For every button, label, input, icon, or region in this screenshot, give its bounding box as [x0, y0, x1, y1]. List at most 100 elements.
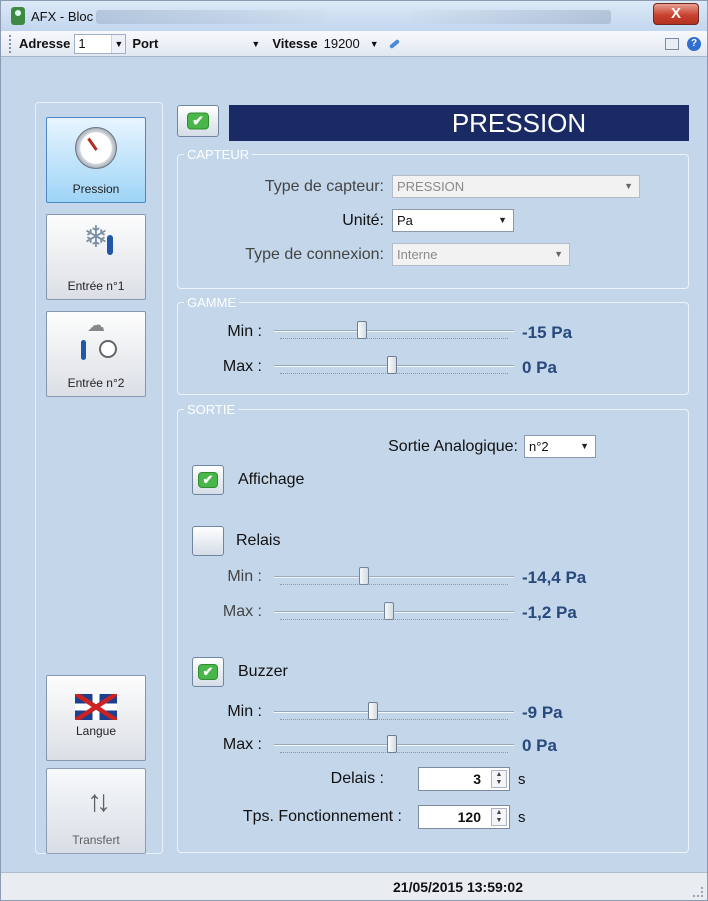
- sortie-analogique-label: Sortie Analogique:: [388, 438, 518, 455]
- sidebar-item-entree-1[interactable]: ❄ Entrée n°1: [46, 214, 146, 300]
- gamme-min-label: Min :: [227, 323, 262, 340]
- slider-thumb[interactable]: [387, 735, 397, 753]
- sortie-analogique-select[interactable]: n°2 ▼: [524, 435, 596, 458]
- thermometer-icon: [81, 340, 86, 360]
- app-icon: [11, 7, 25, 25]
- type-capteur-select[interactable]: PRESSION ▼: [392, 175, 640, 198]
- adresse-label: Adresse: [19, 36, 71, 51]
- tps-unit: s: [518, 809, 526, 826]
- tps-fonctionnement-spinner[interactable]: 120 ▲ ▼: [418, 805, 510, 829]
- affichage-checkbox[interactable]: ✔: [192, 465, 224, 495]
- relais-max-slider[interactable]: [274, 602, 514, 622]
- chevron-down-icon[interactable]: ▼: [111, 34, 126, 53]
- group-title: GAMME: [184, 295, 240, 310]
- relais-max-label: Max :: [222, 603, 262, 620]
- langue-button[interactable]: Langue: [46, 675, 146, 761]
- window-title: AFX - Bloc: [31, 8, 94, 24]
- slider-thumb[interactable]: [368, 702, 378, 720]
- delais-value: 3: [473, 771, 481, 787]
- unite-value: Pa: [397, 213, 413, 228]
- connect-icon[interactable]: [387, 37, 401, 51]
- section-header: ✔ PRESSION: [177, 105, 689, 141]
- buzzer-min-slider[interactable]: [274, 702, 514, 722]
- delais-unit: s: [518, 771, 526, 788]
- relais-min-slider[interactable]: [274, 567, 514, 587]
- checkmark-icon: ✔: [187, 112, 209, 130]
- main-panel: Pression ❄ Entrée n°1 ☁ Entrée n°2 Langu…: [9, 65, 699, 865]
- relais-min-value: -14,4 Pa: [522, 568, 587, 587]
- slider-thumb[interactable]: [387, 356, 397, 374]
- slider-thumb[interactable]: [357, 321, 367, 339]
- uk-flag-icon: [75, 694, 117, 720]
- type-connexion-value: Interne: [397, 247, 438, 262]
- port-label: Port: [132, 36, 159, 51]
- gamme-max-value: 0 Pa: [522, 358, 557, 377]
- affichage-label: Affichage: [238, 471, 305, 488]
- weather-icon: ☁: [87, 315, 105, 335]
- window-icon[interactable]: [665, 37, 679, 50]
- transfert-button[interactable]: ↑↓ Transfert: [46, 768, 146, 854]
- checkmark-icon: ✔: [198, 472, 218, 488]
- thermometer-icon: [107, 235, 113, 255]
- buzzer-label: Buzzer: [238, 663, 288, 680]
- spinner-arrows-icon[interactable]: ▲ ▼: [491, 770, 507, 788]
- resize-grip-icon[interactable]: [693, 887, 703, 897]
- transfer-arrows-icon: ↑↓: [87, 785, 111, 818]
- buzzer-checkbox[interactable]: ✔: [192, 657, 224, 687]
- relais-label: Relais: [236, 532, 281, 549]
- sidebar-item-label: Entrée n°1: [67, 279, 125, 293]
- sidebar-item-pression[interactable]: Pression: [46, 117, 146, 203]
- section-title: PRESSION: [229, 105, 689, 141]
- unite-select[interactable]: Pa ▼: [392, 209, 514, 232]
- delais-label: Delais :: [330, 770, 384, 787]
- group-title: SORTIE: [184, 402, 239, 417]
- adresse-combo[interactable]: 1 ▼: [74, 33, 127, 54]
- spinner-arrows-icon[interactable]: ▲ ▼: [491, 808, 507, 826]
- status-bar: 21/05/2015 13:59:02: [1, 872, 707, 900]
- type-connexion-label: Type de connexion:: [245, 246, 384, 263]
- gamme-max-label: Max :: [222, 358, 262, 375]
- close-button[interactable]: X: [653, 3, 699, 25]
- port-combo[interactable]: ▼: [164, 39, 268, 49]
- buzzer-min-value: -9 Pa: [522, 703, 563, 722]
- relais-min-label: Min :: [227, 568, 262, 585]
- sidebar-item-label: Pression: [72, 182, 120, 196]
- buzzer-max-slider[interactable]: [274, 735, 514, 755]
- title-bar[interactable]: AFX - Bloc X: [1, 1, 707, 31]
- toolbar: Adresse 1 ▼ Port ▼ Vitesse 19200 ▼ ?: [1, 31, 707, 57]
- tps-fonctionnement-label: Tps. Fonctionnement :: [242, 808, 402, 825]
- chevron-down-icon: ▼: [498, 215, 507, 225]
- tps-fonctionnement-value: 120: [457, 809, 481, 825]
- type-capteur-value: PRESSION: [397, 179, 465, 194]
- vitesse-combo[interactable]: 19200 ▼: [324, 36, 379, 51]
- background-blur: [411, 10, 611, 24]
- relais-max-value: -1,2 Pa: [522, 603, 577, 622]
- relais-checkbox[interactable]: [192, 526, 224, 556]
- sidebar-item-entree-2[interactable]: ☁ Entrée n°2: [46, 311, 146, 397]
- vitesse-value: 19200: [323, 36, 360, 51]
- gamme-min-slider[interactable]: [274, 321, 514, 341]
- sidebar-item-label: Entrée n°2: [67, 376, 125, 390]
- sortie-group: SORTIE Sortie Analogique: n°2 ▼ ✔ Affich…: [177, 402, 689, 853]
- type-connexion-select[interactable]: Interne ▼: [392, 243, 570, 266]
- chevron-down-icon: ▼: [580, 441, 589, 451]
- chevron-down-icon[interactable]: ▼: [251, 39, 260, 49]
- type-capteur-label: Type de capteur:: [264, 178, 384, 195]
- pressure-gauge-icon: [75, 127, 117, 169]
- langue-label: Langue: [75, 724, 117, 738]
- chevron-down-icon[interactable]: ▼: [370, 39, 379, 49]
- gamme-group: GAMME Min : -15 Pa Max : 0 Pa: [177, 295, 689, 395]
- unite-label: Unité:: [342, 212, 384, 229]
- delais-spinner[interactable]: 3 ▲ ▼: [418, 767, 510, 791]
- toolbar-grip-icon[interactable]: [9, 34, 15, 53]
- app-window: AFX - Bloc X Adresse 1 ▼ Port ▼ Vitesse …: [0, 0, 708, 901]
- vitesse-label: Vitesse: [272, 36, 318, 51]
- gamme-max-slider[interactable]: [274, 356, 514, 376]
- help-icon[interactable]: ?: [687, 36, 701, 51]
- slider-thumb[interactable]: [359, 567, 369, 585]
- chevron-down-icon: ▼: [624, 181, 633, 191]
- enable-checkbox[interactable]: ✔: [177, 105, 219, 137]
- background-blur: [96, 10, 326, 24]
- adresse-value: 1: [78, 36, 86, 51]
- slider-thumb[interactable]: [384, 602, 394, 620]
